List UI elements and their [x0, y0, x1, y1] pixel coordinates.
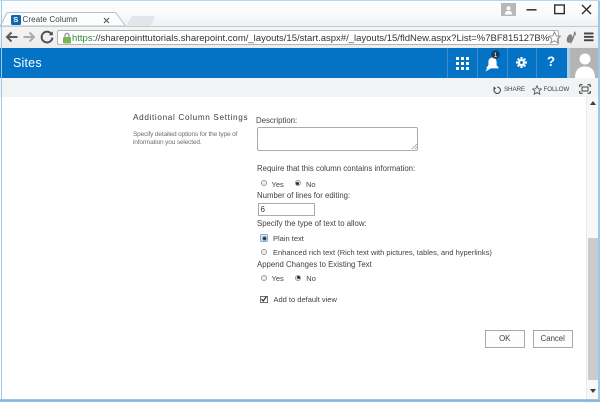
- svg-text:1: 1: [494, 52, 498, 59]
